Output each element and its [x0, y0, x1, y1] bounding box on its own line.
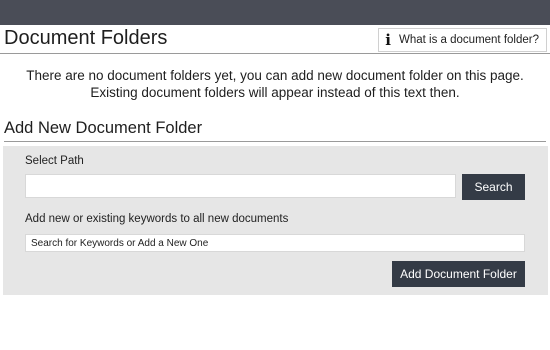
- help-link[interactable]: i What is a document folder?: [378, 28, 547, 52]
- add-folder-section-title: Add New Document Folder: [4, 119, 546, 142]
- help-link-label: What is a document folder?: [399, 34, 539, 46]
- select-path-label: Select Path: [25, 155, 84, 167]
- keywords-label: Add new or existing keywords to all new …: [25, 213, 289, 225]
- empty-state-line-2: Existing document folders will appear in…: [90, 85, 460, 100]
- top-bar: [0, 0, 550, 25]
- page-title: Document Folders: [4, 27, 168, 49]
- info-icon: i: [385, 30, 391, 49]
- empty-state-line-1: There are no document folders yet, you c…: [26, 68, 524, 83]
- empty-state-message: There are no document folders yet, you c…: [0, 67, 550, 101]
- search-button[interactable]: Search: [462, 174, 525, 200]
- add-folder-form: Select Path Search Add new or existing k…: [3, 146, 548, 295]
- path-input[interactable]: [25, 174, 456, 198]
- add-document-folder-button[interactable]: Add Document Folder: [392, 261, 525, 287]
- page-header: Document Folders i What is a document fo…: [0, 25, 550, 54]
- keywords-input[interactable]: [25, 234, 525, 252]
